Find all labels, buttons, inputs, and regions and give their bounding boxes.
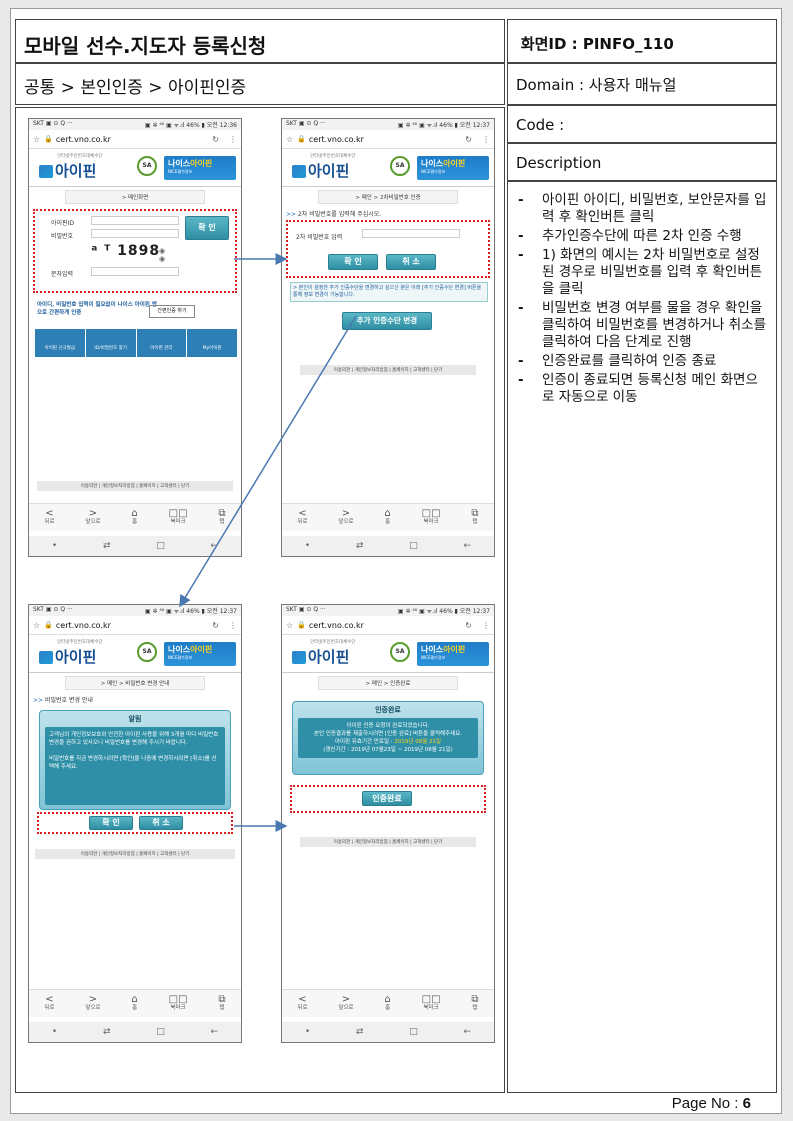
arrow-pw2-to-change-notice <box>179 315 357 608</box>
flow-arrows <box>179 253 357 832</box>
